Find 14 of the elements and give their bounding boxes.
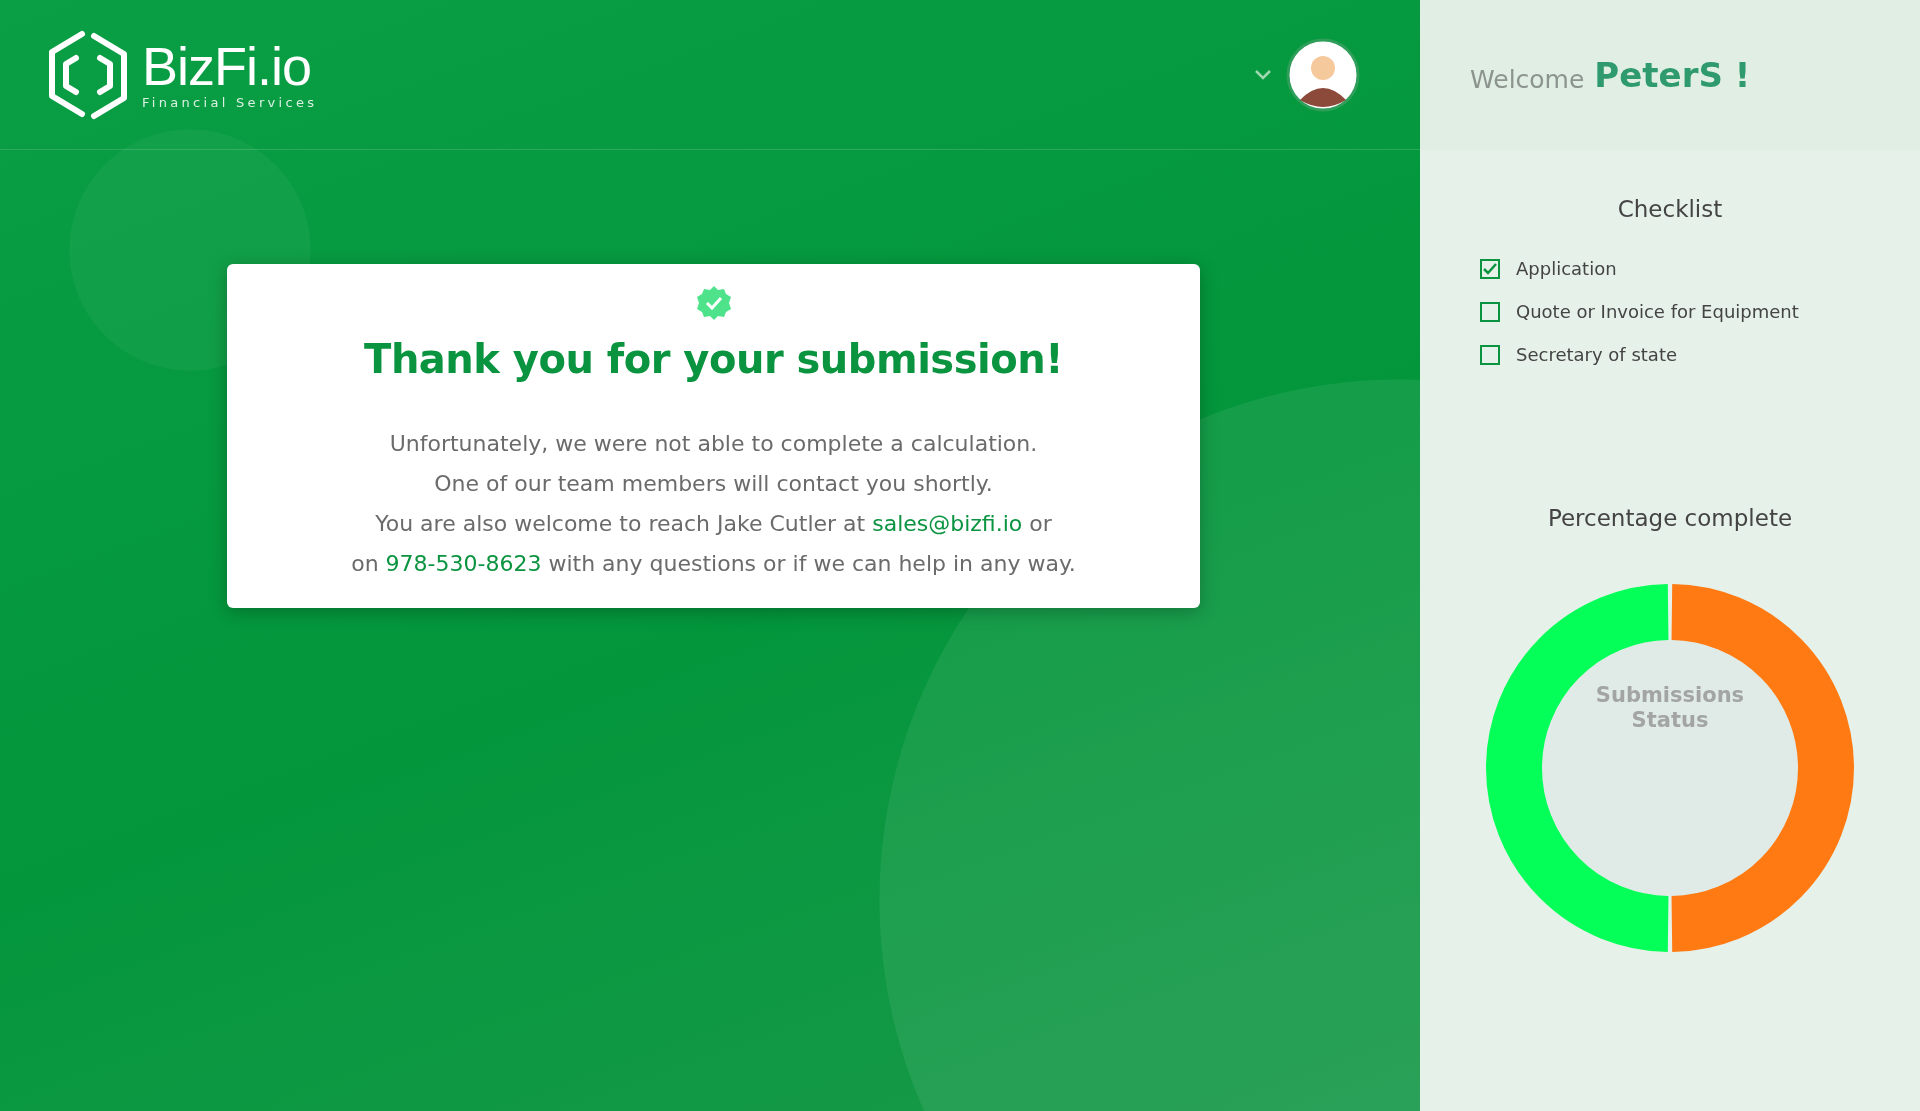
checklist-label: Application <box>1516 258 1617 279</box>
checklist-label: Secretary of state <box>1516 344 1677 365</box>
contact-link[interactable]: 978-530-8623 <box>385 551 542 576</box>
contact-link[interactable]: sales@bizfi.io <box>872 511 1023 536</box>
checklist-title: Checklist <box>1617 196 1723 222</box>
message-text: Unfortunately, we were not able to complete a calculation. One of our team members will contact you shortly. You are also welcome to reach Jake Cutler at sales@bizfi.io or on 978-530-8623 with any questions or if we can help in any way. <box>351 430 1076 578</box>
donut-center-label: Submissions Status <box>1594 683 1746 733</box>
checklist-label: Quote or Invoice for Equipment <box>1516 301 1799 322</box>
progress-title: Percentage complete <box>1547 505 1793 531</box>
logo-tagline: Financial Services <box>142 95 318 110</box>
user-name: PeterS ! <box>1594 55 1751 95</box>
welcome-label: Welcome <box>1470 63 1585 94</box>
logo-name: BizFi.io <box>142 39 313 93</box>
card-title: Thank you for your submission! <box>364 336 1063 382</box>
